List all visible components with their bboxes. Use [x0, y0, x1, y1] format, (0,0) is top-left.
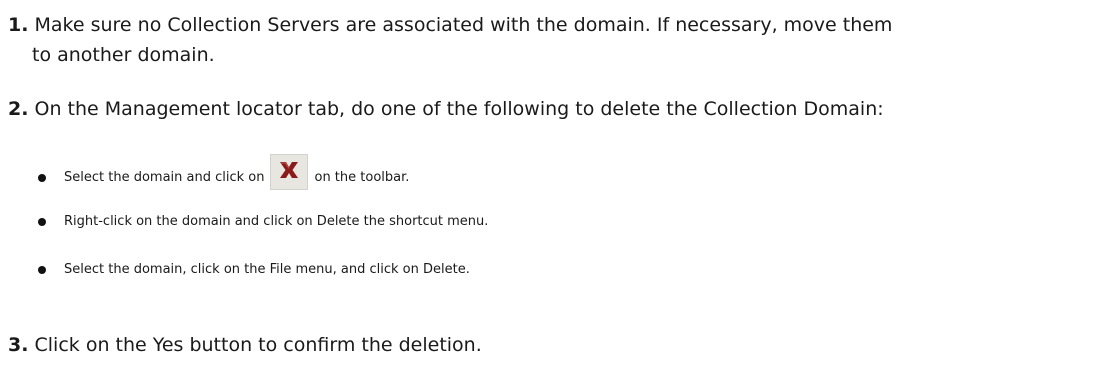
delete-x-icon	[270, 154, 309, 190]
bullet-dot	[38, 218, 46, 226]
step-1-number: 1.	[8, 14, 29, 36]
bullet-item-context-menu: Right-click on the domain and click on D…	[38, 212, 488, 232]
bullet-1-text-after: on the toolbar.	[314, 170, 410, 185]
bullet-3-text: Select the domain, click on the File men…	[64, 262, 470, 277]
bullet-item-toolbar: Select the domain and click on on the to…	[38, 154, 410, 196]
step-1: 1. Make sure no Collection Servers are a…	[8, 10, 892, 70]
bullet-dot	[38, 266, 46, 274]
step-1-text: Make sure no Collection Servers are asso…	[34, 14, 893, 36]
step-3-number: 3.	[8, 334, 29, 356]
bullet-item-file-menu: Select the domain, click on the File men…	[38, 260, 470, 280]
procedure-document: 1. Make sure no Collection Servers are a…	[0, 0, 1120, 374]
step-2-number: 2.	[8, 98, 29, 120]
step-3: 3. Click on the Yes button to confirm th…	[8, 330, 482, 360]
step-1-text-continued: to another domain.	[32, 44, 215, 66]
bullet-2-text: Right-click on the domain and click on D…	[64, 214, 489, 229]
step-2: 2. On the Management locator tab, do one…	[8, 94, 884, 124]
bullet-dot	[38, 174, 46, 182]
bullet-1-text-before: Select the domain and click on	[64, 170, 265, 185]
step-2-text: On the Management locator tab, do one of…	[34, 98, 884, 120]
step-3-text: Click on the Yes button to confirm the d…	[34, 334, 482, 356]
